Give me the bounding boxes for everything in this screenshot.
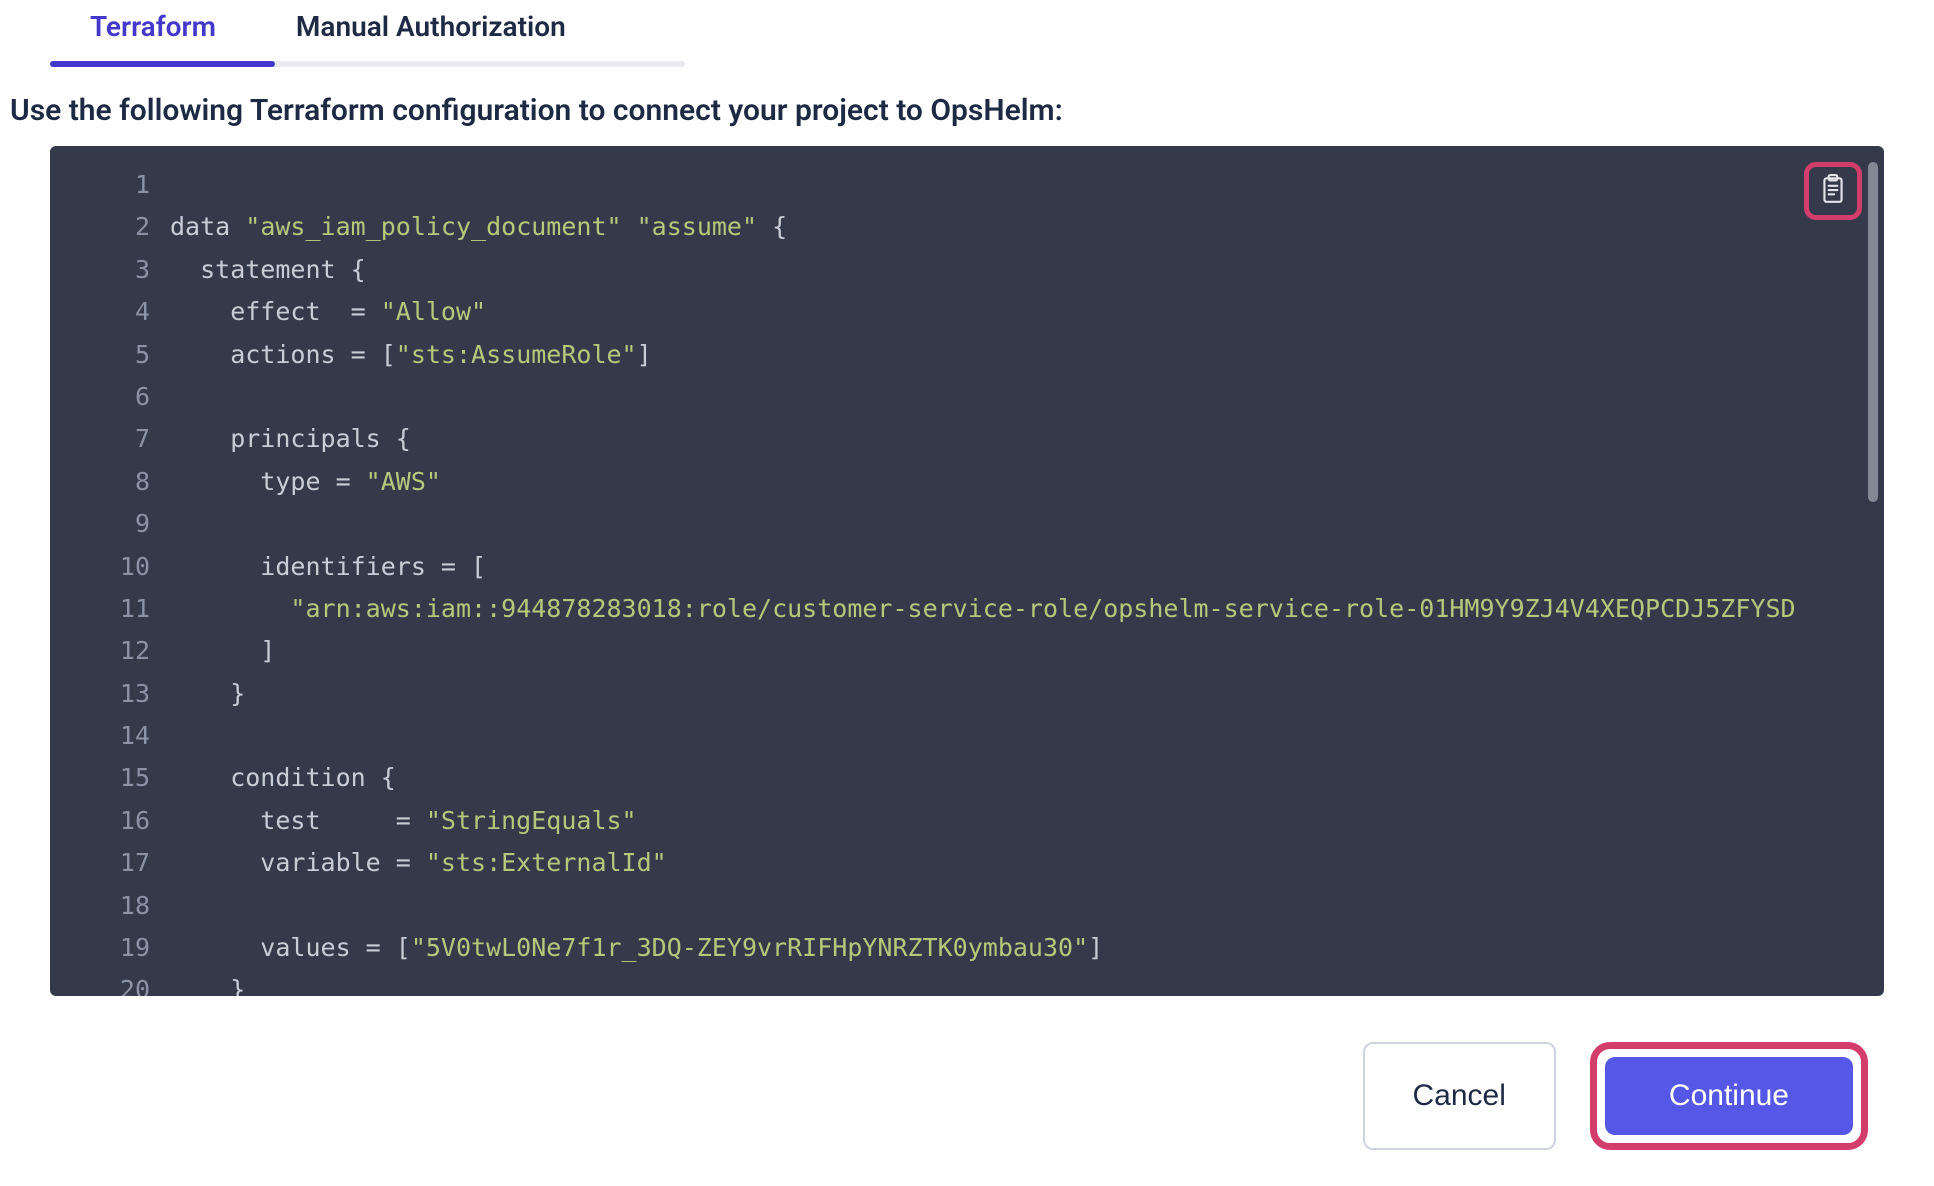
code-line: condition { xyxy=(170,757,1844,799)
code-line: } xyxy=(170,673,1844,715)
tab-manual-authorization[interactable]: Manual Authorization xyxy=(256,0,606,61)
continue-button[interactable]: Continue xyxy=(1605,1057,1853,1135)
code-line xyxy=(170,376,1844,418)
line-number: 10 xyxy=(50,546,150,588)
instruction-text: Use the following Terraform configuratio… xyxy=(10,93,1934,128)
line-number: 15 xyxy=(50,757,150,799)
code-line: data "aws_iam_policy_document" "assume" … xyxy=(170,206,1844,248)
line-number: 3 xyxy=(50,249,150,291)
code-content: data "aws_iam_policy_document" "assume" … xyxy=(170,164,1884,996)
code-line: identifiers = [ xyxy=(170,546,1844,588)
line-number: 11 xyxy=(50,588,150,630)
code-line: values = ["5V0twL0Ne7f1r_3DQ-ZEY9vrRIFHp… xyxy=(170,927,1844,969)
code-line: principals { xyxy=(170,418,1844,460)
line-number-gutter: 1234567891011121314151617181920 xyxy=(50,164,170,996)
line-number: 17 xyxy=(50,842,150,884)
tab-terraform[interactable]: Terraform xyxy=(50,0,256,61)
line-number: 9 xyxy=(50,503,150,545)
code-scroll-area[interactable]: 1234567891011121314151617181920 data "aw… xyxy=(50,146,1884,996)
line-number: 4 xyxy=(50,291,150,333)
tab-underline-track xyxy=(50,61,685,67)
line-number: 14 xyxy=(50,715,150,757)
line-number: 1 xyxy=(50,164,150,206)
code-line: actions = ["sts:AssumeRole"] xyxy=(170,334,1844,376)
line-number: 16 xyxy=(50,800,150,842)
copy-to-clipboard-button[interactable] xyxy=(1813,171,1853,211)
code-line: test = "StringEquals" xyxy=(170,800,1844,842)
line-number: 19 xyxy=(50,927,150,969)
code-line: effect = "Allow" xyxy=(170,291,1844,333)
line-number: 13 xyxy=(50,673,150,715)
line-number: 5 xyxy=(50,334,150,376)
line-number: 2 xyxy=(50,206,150,248)
copy-button-highlight xyxy=(1804,162,1862,220)
code-line: "arn:aws:iam::944878283018:role/customer… xyxy=(170,588,1844,630)
code-line: ] xyxy=(170,630,1844,672)
code-block: 1234567891011121314151617181920 data "aw… xyxy=(50,146,1884,996)
code-line xyxy=(170,715,1844,757)
line-number: 8 xyxy=(50,461,150,503)
code-line xyxy=(170,885,1844,927)
scrollbar-vertical[interactable] xyxy=(1868,162,1878,502)
code-line: statement { xyxy=(170,249,1844,291)
continue-button-highlight: Continue xyxy=(1590,1042,1868,1150)
line-number: 18 xyxy=(50,885,150,927)
clipboard-icon xyxy=(1820,174,1846,208)
code-line: variable = "sts:ExternalId" xyxy=(170,842,1844,884)
cancel-button[interactable]: Cancel xyxy=(1363,1042,1556,1150)
line-number: 7 xyxy=(50,418,150,460)
line-number: 12 xyxy=(50,630,150,672)
code-line: } xyxy=(170,969,1844,996)
line-number: 20 xyxy=(50,969,150,996)
line-number: 6 xyxy=(50,376,150,418)
tab-underline-active xyxy=(50,61,275,67)
code-line xyxy=(170,164,1844,206)
code-line: type = "AWS" xyxy=(170,461,1844,503)
code-line xyxy=(170,503,1844,545)
